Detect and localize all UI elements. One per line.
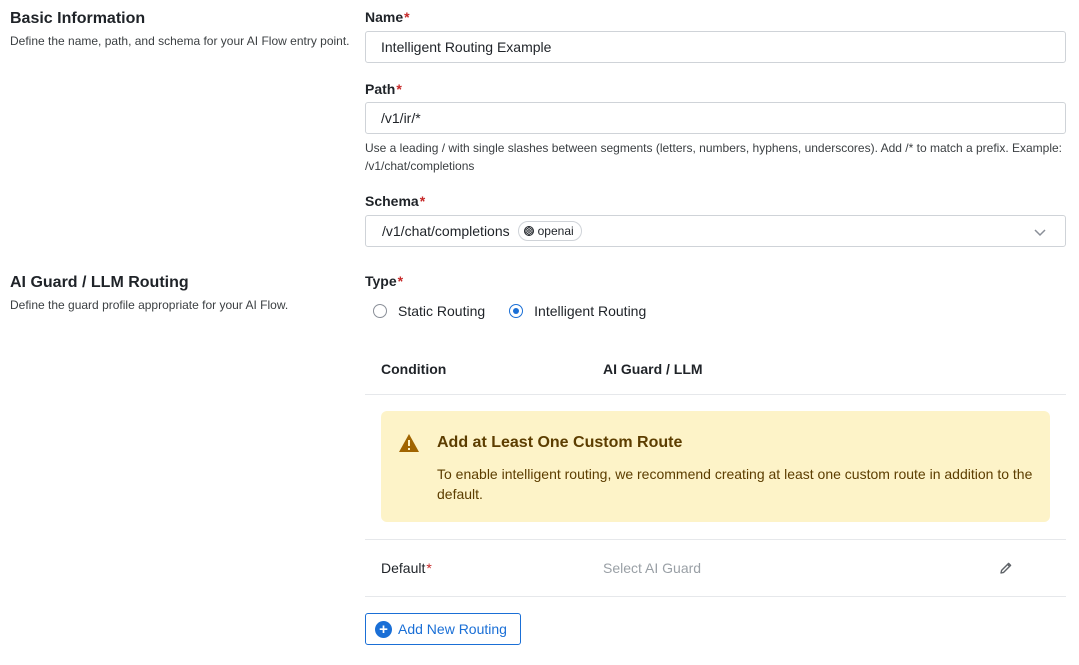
condition-header: Condition bbox=[381, 361, 447, 377]
section-title: Basic Information bbox=[10, 10, 146, 27]
path-label: Path* bbox=[365, 80, 1066, 99]
openai-icon bbox=[523, 226, 534, 236]
basic-information-section: Basic Information Define the name, path,… bbox=[10, 9, 350, 50]
ai-guard-header: AI Guard / LLM bbox=[603, 361, 703, 377]
section-description: Define the guard profile appropriate for… bbox=[10, 298, 289, 312]
section-title: AI Guard / LLM Routing bbox=[10, 274, 189, 291]
openai-badge: openai bbox=[517, 221, 582, 241]
path-help-text: Use a leading / with single slashes betw… bbox=[365, 141, 1063, 173]
type-label: Type* bbox=[365, 272, 1066, 291]
custom-route-alert: Add at Least One Custom Route To enable … bbox=[381, 411, 1050, 522]
path-label-text: Path bbox=[365, 81, 396, 97]
default-label-text: Default bbox=[381, 560, 426, 576]
divider bbox=[365, 596, 1066, 597]
divider bbox=[365, 539, 1066, 540]
guard-section: AI Guard / LLM Routing Define the guard … bbox=[10, 273, 350, 314]
divider bbox=[365, 394, 1066, 395]
required-mark: * bbox=[397, 273, 404, 289]
badge-label: openai bbox=[537, 224, 574, 238]
default-route-label: Default* bbox=[381, 560, 432, 576]
alert-body: To enable intelligent routing, we recomm… bbox=[437, 466, 1033, 502]
type-radio-group: Static Routing Intelligent Routing bbox=[373, 300, 670, 322]
edit-pencil-icon[interactable] bbox=[998, 560, 1014, 576]
plus-circle-icon: + bbox=[375, 620, 392, 638]
alert-title: Add at Least One Custom Route bbox=[437, 434, 683, 451]
schema-label: Schema* bbox=[365, 192, 1066, 211]
add-new-routing-button[interactable]: + Add New Routing bbox=[365, 613, 521, 645]
schema-label-text: Schema bbox=[365, 193, 419, 209]
required-mark: * bbox=[426, 560, 432, 576]
name-input[interactable]: Intelligent Routing Example bbox=[365, 31, 1066, 63]
section-description: Define the name, path, and schema for yo… bbox=[10, 34, 350, 48]
type-label-text: Type bbox=[365, 273, 397, 289]
required-mark: * bbox=[419, 193, 426, 209]
add-new-routing-label: Add New Routing bbox=[398, 621, 507, 637]
warning-icon bbox=[399, 434, 419, 452]
default-ai-guard-select[interactable]: Select AI Guard bbox=[603, 560, 701, 576]
name-label-text: Name bbox=[365, 9, 404, 25]
required-mark: * bbox=[404, 9, 410, 25]
required-mark: * bbox=[396, 81, 402, 97]
intelligent-routing-label[interactable]: Intelligent Routing bbox=[534, 303, 646, 319]
schema-select[interactable]: /v1/chat/completions openai bbox=[365, 215, 1066, 247]
schema-value: /v1/chat/completions bbox=[382, 223, 510, 239]
intelligent-routing-radio[interactable] bbox=[509, 304, 524, 318]
path-input[interactable]: /v1/ir/* bbox=[365, 102, 1066, 134]
static-routing-label[interactable]: Static Routing bbox=[398, 303, 485, 319]
chevron-down-icon bbox=[1034, 229, 1046, 237]
name-label: Name* bbox=[365, 8, 1066, 27]
static-routing-radio[interactable] bbox=[373, 304, 387, 318]
